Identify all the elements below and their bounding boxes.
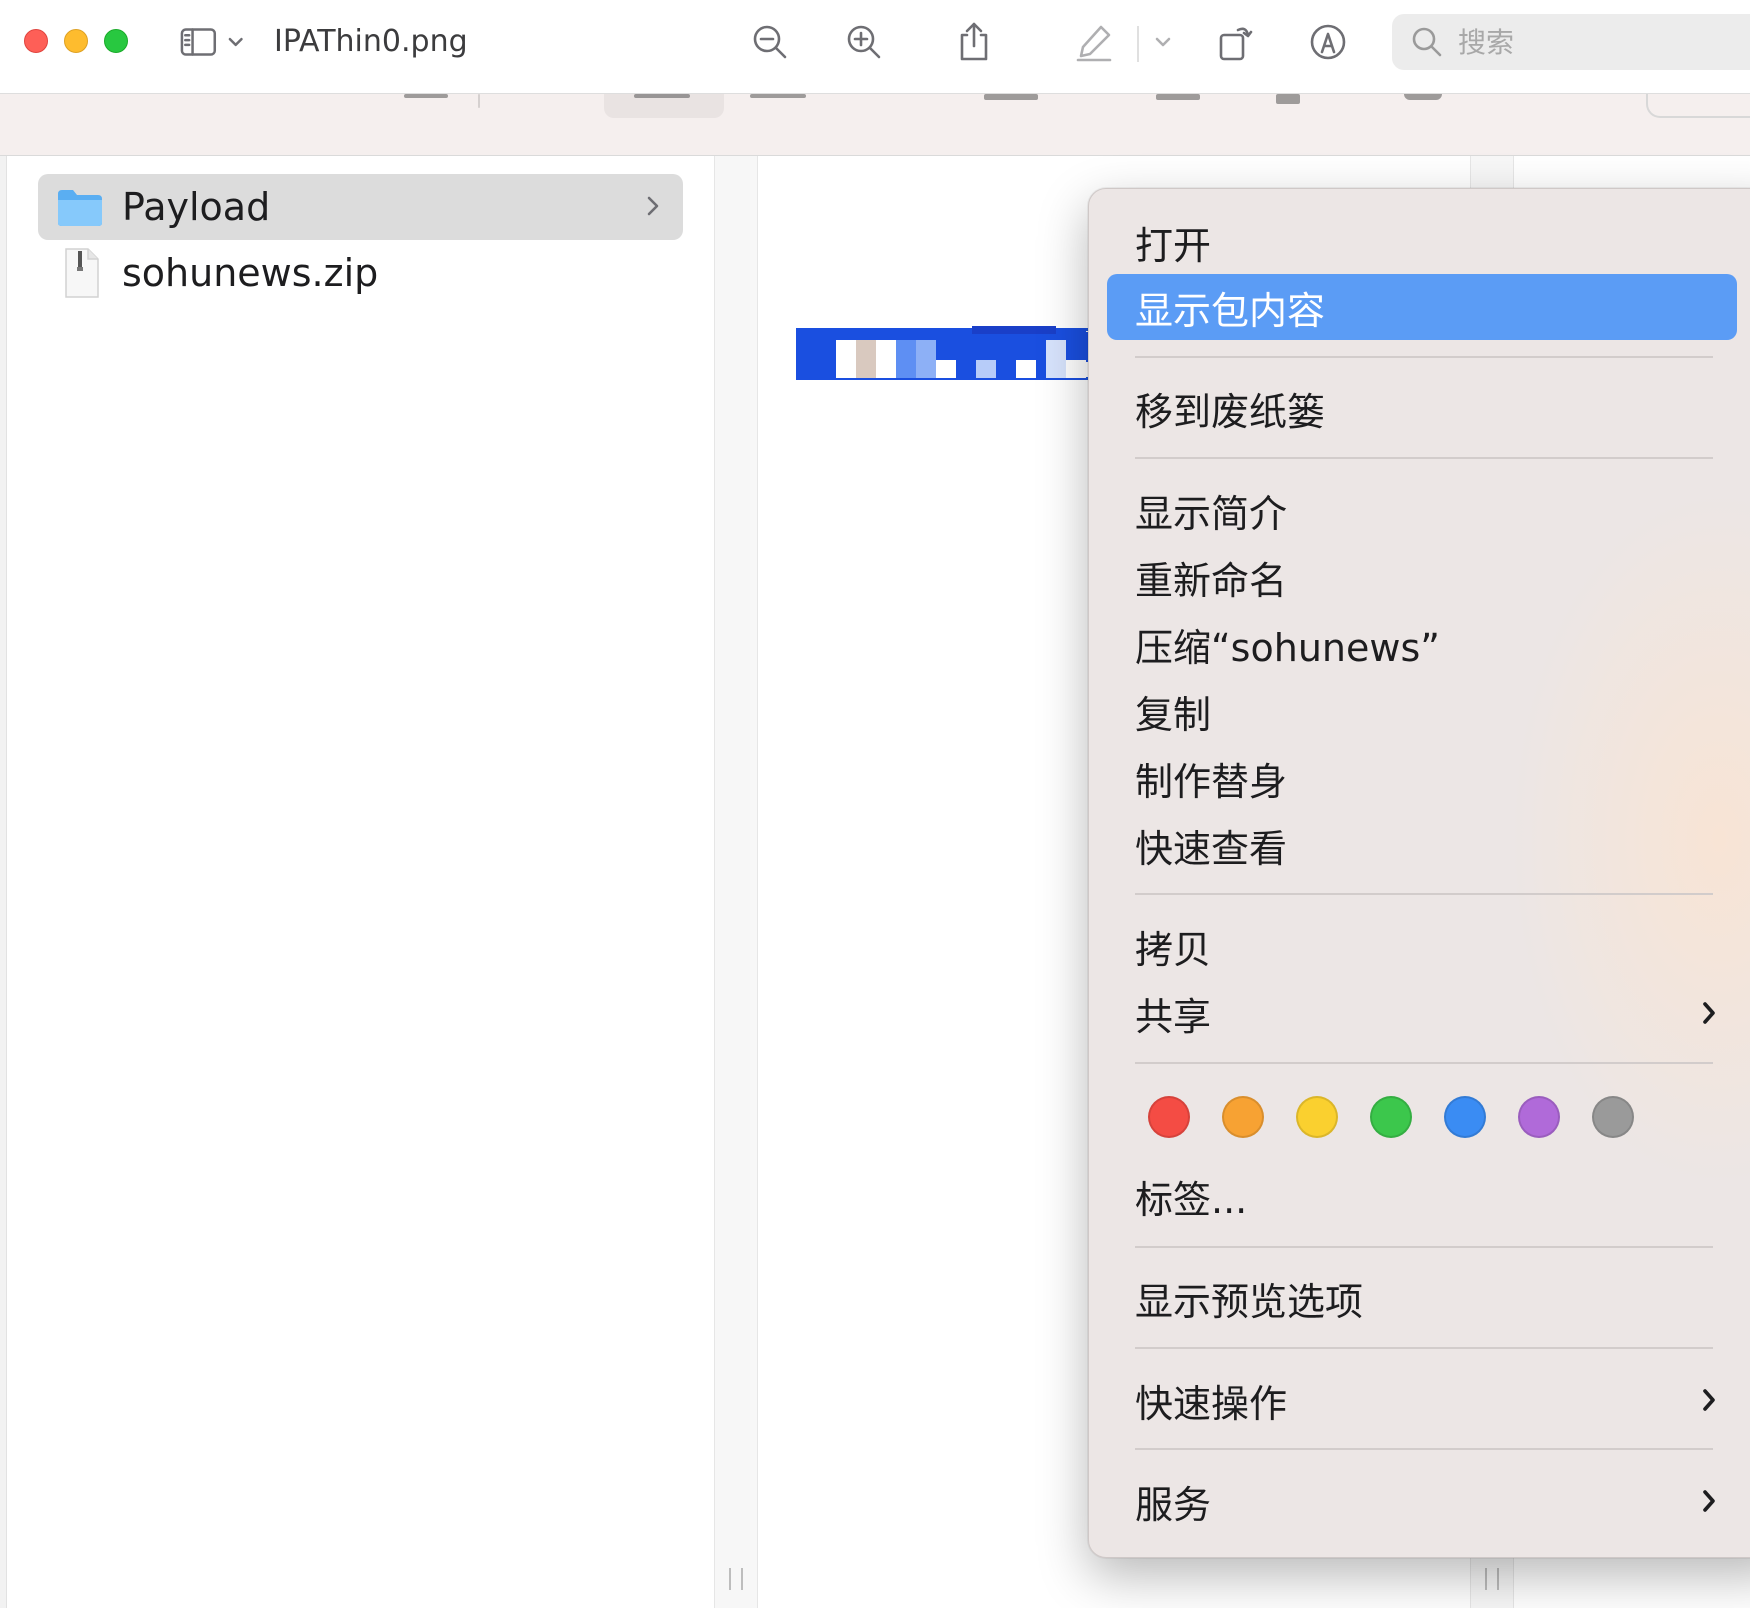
- search-field[interactable]: [1392, 14, 1750, 70]
- markup-pen-icon: [1076, 25, 1112, 62]
- zoom-in-button[interactable]: [842, 20, 886, 64]
- chevron-right-icon: [647, 196, 659, 216]
- menu-item-show-package-contents[interactable]: 显示包内容: [1107, 274, 1737, 340]
- menu-separator: [1135, 1347, 1713, 1349]
- folder-icon: [58, 190, 102, 226]
- menu-item-share[interactable]: 共享: [1107, 980, 1737, 1046]
- menu-separator: [1135, 1062, 1713, 1064]
- tag-red-button[interactable]: [1148, 1096, 1190, 1138]
- tag-green-button[interactable]: [1370, 1096, 1412, 1138]
- document-title: IPAThin0.png: [274, 24, 468, 59]
- chevron-right-icon: [1703, 1490, 1715, 1512]
- list-item[interactable]: Payload: [38, 174, 683, 240]
- menu-separator: [1135, 1246, 1713, 1248]
- menu-item-quick-actions[interactable]: 快速操作: [1107, 1367, 1737, 1433]
- item-label: Payload: [122, 185, 271, 229]
- menu-item-duplicate[interactable]: 复制: [1107, 678, 1737, 744]
- menu-separator: [1135, 457, 1713, 459]
- tag-purple-button[interactable]: [1518, 1096, 1560, 1138]
- annotate-icon: [1310, 24, 1346, 60]
- zoom-in-icon: [847, 25, 881, 59]
- close-window-button[interactable]: [24, 29, 48, 53]
- chevron-right-icon: [1703, 1002, 1715, 1024]
- markup-button[interactable]: [1072, 20, 1116, 64]
- menu-item-copy[interactable]: 拷贝: [1107, 913, 1737, 979]
- tag-blue-button[interactable]: [1444, 1096, 1486, 1138]
- rotate-icon: [1219, 27, 1253, 61]
- toolbar-divider: [1137, 26, 1139, 62]
- menu-item-services[interactable]: 服务: [1107, 1468, 1737, 1534]
- menu-item-show-preview-options[interactable]: 显示预览选项: [1107, 1265, 1737, 1331]
- chevron-right-icon: [1703, 1389, 1715, 1411]
- column-resize-handle[interactable]: [1485, 1568, 1499, 1590]
- share-button[interactable]: [952, 20, 996, 64]
- minimize-window-button[interactable]: [64, 29, 88, 53]
- menu-item-rename[interactable]: 重新命名: [1107, 544, 1737, 610]
- sidebar-toggle-button[interactable]: [180, 20, 244, 64]
- zip-file-icon: [65, 248, 99, 298]
- menu-item-quick-look[interactable]: 快速查看: [1107, 812, 1737, 878]
- tag-yellow-button[interactable]: [1296, 1096, 1338, 1138]
- expand-chevron: [645, 192, 661, 224]
- annotate-button[interactable]: [1306, 20, 1350, 64]
- window-toolbar: IPAThin0.png: [0, 0, 1750, 94]
- menu-item-tags[interactable]: 标签...: [1107, 1163, 1737, 1229]
- menu-separator: [1135, 356, 1713, 358]
- zoom-out-icon: [753, 25, 787, 59]
- chevron-down-icon: [1155, 37, 1171, 47]
- markup-menu-button[interactable]: [1148, 20, 1178, 64]
- finder-toolbar-background: [0, 94, 1750, 156]
- search-icon: [1412, 27, 1442, 57]
- item-label: sohunews.zip: [122, 251, 379, 295]
- search-input[interactable]: [1456, 24, 1750, 60]
- menu-item-compress[interactable]: 压缩“sohunews”: [1107, 611, 1737, 677]
- chevron-down-icon: [228, 37, 243, 47]
- menu-item-make-alias[interactable]: 制作替身: [1107, 745, 1737, 811]
- rotate-button[interactable]: [1214, 20, 1258, 64]
- sidebar-icon: [180, 28, 217, 56]
- menu-item-open[interactable]: 打开: [1107, 209, 1737, 275]
- context-menu: 打开 显示包内容 移到废纸篓 显示简介 重新命名 压缩“sohunews” 复制…: [1088, 188, 1750, 1558]
- column-resize-handle[interactable]: [729, 1568, 743, 1590]
- tag-gray-button[interactable]: [1592, 1096, 1634, 1138]
- share-icon: [960, 22, 988, 61]
- submenu-arrow: [1701, 999, 1717, 1031]
- menu-item-move-to-trash[interactable]: 移到废纸篓: [1107, 375, 1737, 441]
- menu-separator: [1135, 893, 1713, 895]
- submenu-arrow: [1701, 1487, 1717, 1519]
- list-item[interactable]: sohunews.zip: [38, 240, 683, 306]
- zoom-window-button[interactable]: [104, 29, 128, 53]
- column-divider[interactable]: [714, 156, 758, 1608]
- menu-item-get-info[interactable]: 显示简介: [1107, 477, 1737, 543]
- tag-orange-button[interactable]: [1222, 1096, 1264, 1138]
- submenu-arrow: [1701, 1386, 1717, 1418]
- menu-separator: [1135, 1448, 1713, 1450]
- zoom-out-button[interactable]: [748, 20, 792, 64]
